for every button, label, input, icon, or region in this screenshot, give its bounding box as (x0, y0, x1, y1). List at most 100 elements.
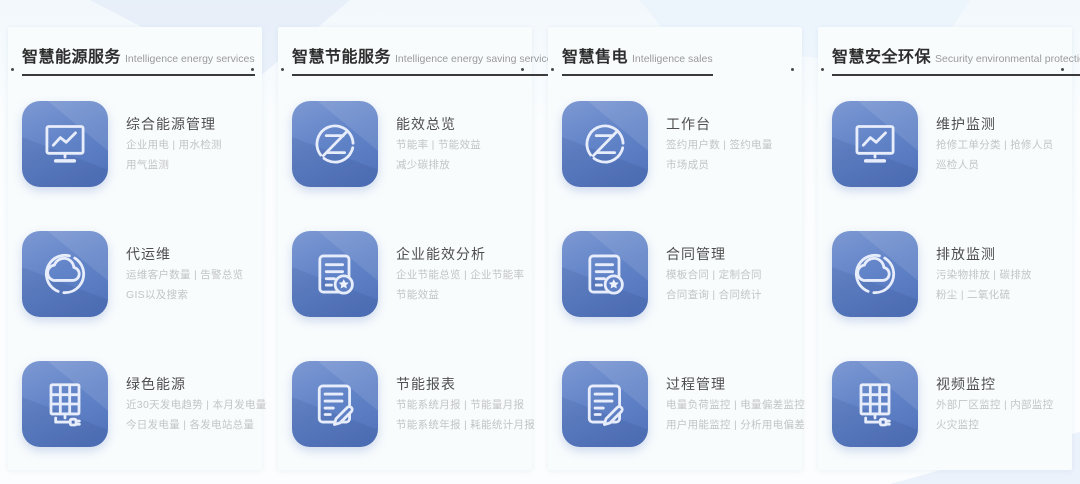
card-subtitle-line2: 粉尘 | 二氧化硫 (936, 287, 1032, 304)
card-subtitle-line1: 节能率 | 节能效益 (396, 137, 481, 154)
column-title-zh: 智慧安全环保 (832, 49, 931, 66)
dot-decoration (551, 68, 554, 71)
document-pencil-icon (562, 361, 648, 447)
column-title: 智慧安全环保 Security environmental protection (832, 43, 1080, 76)
card-subtitle-line2: 市场成员 (666, 157, 773, 174)
card-title: 代运维 (126, 244, 243, 264)
column-header: 智慧节能服务Intelligence energy saving service… (292, 43, 520, 69)
card-subtitle-line2: 今日发电量 | 各发电站总量 (126, 417, 267, 434)
card-text: 视频监控 外部厂区监控 | 内部监控 火灾监控 (936, 361, 1053, 447)
card-subtitle-line1: 污染物排放 | 碳排放 (936, 267, 1032, 284)
card-subtitle-line1: 企业节能总览 | 企业节能率 (396, 267, 524, 284)
dot-decoration (11, 68, 14, 71)
monitor-chart-icon (832, 101, 918, 187)
dot-decoration (281, 68, 284, 71)
monitor-chart-icon (22, 101, 108, 187)
card-subtitle-line2: 巡检人员 (936, 157, 1053, 174)
columns-grid: 智慧能源服务Intelligence energy services 综合能源管… (8, 27, 1072, 470)
card-subtitle-line1: 近30天发电趋势 | 本月发电量 (126, 397, 267, 414)
service-column-4: 智慧安全环保Security environmental protection … (818, 27, 1072, 470)
service-column-3: 智慧售电 Intelligence sales 工作台 签约用户数 | 签约电量 … (548, 27, 802, 470)
card-text: 排放监测 污染物排放 | 碳排放 粉尘 | 二氧化硫 (936, 231, 1032, 317)
card-subtitle-line2: 用气监测 (126, 157, 222, 174)
card-list: 能效总览 节能率 | 节能效益 减少碳排放 企业能效分析 企业节能总览 | 企业… (292, 101, 532, 447)
service-card[interactable]: 过程管理 电量负荷监控 | 电量偏差监控 用户用能监控 | 分析用电偏差 (562, 361, 802, 447)
service-card[interactable]: 工作台 签约用户数 | 签约电量 市场成员 (562, 101, 802, 187)
card-text: 综合能源管理 企业用电 | 用水检测 用气监测 (126, 101, 222, 187)
card-subtitle-line1: 电量负荷监控 | 电量偏差监控 (666, 397, 805, 414)
service-card[interactable]: 视频监控 外部厂区监控 | 内部监控 火灾监控 (832, 361, 1072, 447)
card-text: 合同管理 模板合同 | 定制合同 合同查询 | 合同统计 (666, 231, 762, 317)
service-card[interactable]: 维护监测 抢修工单分类 | 抢修人员 巡检人员 (832, 101, 1072, 187)
column-header: 智慧安全环保Security environmental protection (832, 43, 1060, 69)
card-title: 企业能效分析 (396, 244, 524, 264)
card-text: 节能报表 节能系统月报 | 节能量月报 节能系统年报 | 耗能统计月报 (396, 361, 535, 447)
card-title: 节能报表 (396, 374, 535, 394)
column-header: 智慧能源服务Intelligence energy services (22, 43, 250, 69)
document-star-icon (292, 231, 378, 317)
card-list: 综合能源管理 企业用电 | 用水检测 用气监测 代运维 运维客户数量 | 告警总… (22, 101, 262, 447)
card-title: 综合能源管理 (126, 114, 222, 134)
card-text: 维护监测 抢修工单分类 | 抢修人员 巡检人员 (936, 101, 1053, 187)
card-title: 视频监控 (936, 374, 1053, 394)
service-card[interactable]: 综合能源管理 企业用电 | 用水检测 用气监测 (22, 101, 262, 187)
service-card[interactable]: 合同管理 模板合同 | 定制合同 合同查询 | 合同统计 (562, 231, 802, 317)
card-subtitle-line2: 节能效益 (396, 287, 524, 304)
card-text: 企业能效分析 企业节能总览 | 企业节能率 节能效益 (396, 231, 524, 317)
card-subtitle-line1: 企业用电 | 用水检测 (126, 137, 222, 154)
dot-decoration (521, 68, 524, 71)
card-list: 维护监测 抢修工单分类 | 抢修人员 巡检人员 排放监测 污染物排放 | 碳排放… (832, 101, 1072, 447)
cloud-circle-icon (22, 231, 108, 317)
column-title-zh: 智慧能源服务 (22, 49, 121, 66)
column-title-en: Intelligence sales (632, 53, 713, 65)
card-title: 合同管理 (666, 244, 762, 264)
card-text: 代运维 运维客户数量 | 告警总览 GIS以及搜索 (126, 231, 243, 317)
cloud-circle-icon (832, 231, 918, 317)
card-subtitle-line1: 模板合同 | 定制合同 (666, 267, 762, 284)
card-subtitle-line2: 火灾监控 (936, 417, 1053, 434)
column-title: 智慧节能服务 Intelligence energy saving service… (292, 43, 558, 76)
card-list: 工作台 签约用户数 | 签约电量 市场成员 合同管理 模板合同 | 定制合同 合… (562, 101, 802, 447)
card-text: 能效总览 节能率 | 节能效益 减少碳排放 (396, 101, 481, 187)
service-card[interactable]: 能效总览 节能率 | 节能效益 减少碳排放 (292, 101, 532, 187)
card-subtitle-line1: 节能系统月报 | 节能量月报 (396, 397, 535, 414)
service-card[interactable]: 节能报表 节能系统月报 | 节能量月报 节能系统年报 | 耗能统计月报 (292, 361, 532, 447)
card-title: 工作台 (666, 114, 773, 134)
document-star-icon (562, 231, 648, 317)
column-header: 智慧售电 Intelligence sales (562, 43, 790, 69)
card-title: 能效总览 (396, 114, 481, 134)
card-subtitle-line2: 节能系统年报 | 耗能统计月报 (396, 417, 535, 434)
card-title: 过程管理 (666, 374, 805, 394)
service-card[interactable]: 企业能效分析 企业节能总览 | 企业节能率 节能效益 (292, 231, 532, 317)
dot-decoration (791, 68, 794, 71)
card-subtitle-line2: 减少碳排放 (396, 157, 481, 174)
card-title: 维护监测 (936, 114, 1053, 134)
card-title: 绿色能源 (126, 374, 267, 394)
column-title-zh: 智慧节能服务 (292, 49, 391, 66)
card-subtitle-line1: 签约用户数 | 签约电量 (666, 137, 773, 154)
z-logo-circle-icon (562, 101, 648, 187)
dot-decoration (251, 68, 254, 71)
z-logo-circle-icon (292, 101, 378, 187)
service-card[interactable]: 代运维 运维客户数量 | 告警总览 GIS以及搜索 (22, 231, 262, 317)
dot-decoration (821, 68, 824, 71)
dot-decoration (1061, 68, 1064, 71)
card-text: 绿色能源 近30天发电趋势 | 本月发电量 今日发电量 | 各发电站总量 (126, 361, 267, 447)
column-title-zh: 智慧售电 (562, 49, 628, 66)
card-subtitle-line2: 合同查询 | 合同统计 (666, 287, 762, 304)
card-text: 工作台 签约用户数 | 签约电量 市场成员 (666, 101, 773, 187)
card-subtitle-line2: 用户用能监控 | 分析用电偏差 (666, 417, 805, 434)
document-pencil-icon (292, 361, 378, 447)
card-subtitle-line1: 运维客户数量 | 告警总览 (126, 267, 243, 284)
card-subtitle-line1: 抢修工单分类 | 抢修人员 (936, 137, 1053, 154)
service-card[interactable]: 排放监测 污染物排放 | 碳排放 粉尘 | 二氧化硫 (832, 231, 1072, 317)
column-title-en: Security environmental protection (935, 53, 1080, 65)
service-card[interactable]: 绿色能源 近30天发电趋势 | 本月发电量 今日发电量 | 各发电站总量 (22, 361, 262, 447)
card-subtitle-line2: GIS以及搜索 (126, 287, 243, 304)
column-title-en: Intelligence energy saving services (395, 53, 558, 65)
column-title: 智慧售电 Intelligence sales (562, 43, 713, 76)
column-title: 智慧能源服务Intelligence energy services (22, 43, 255, 76)
card-subtitle-line1: 外部厂区监控 | 内部监控 (936, 397, 1053, 414)
card-title: 排放监测 (936, 244, 1032, 264)
solar-panel-icon (832, 361, 918, 447)
